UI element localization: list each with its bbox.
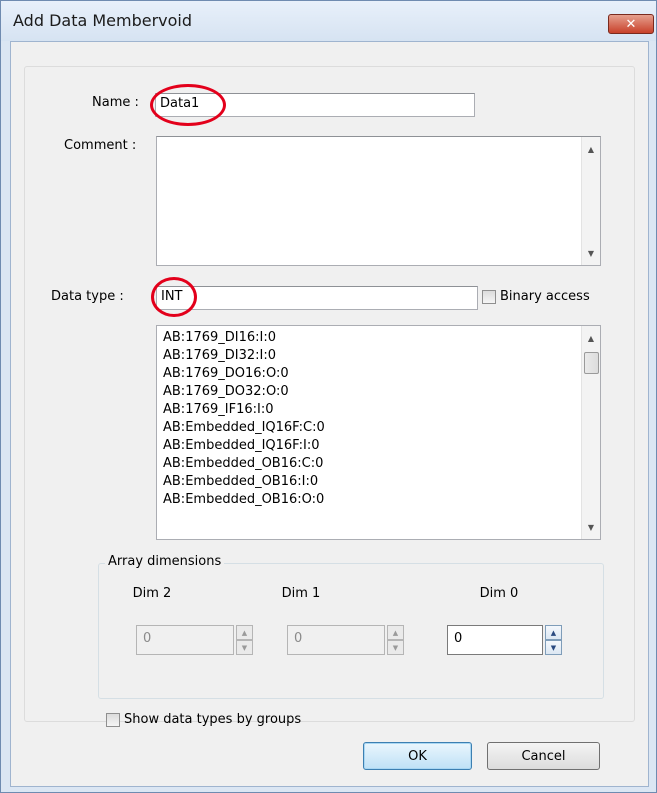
list-item[interactable]: AB:1769_DO32:O:0 [163, 383, 289, 401]
spin-up-icon: ▲ [387, 625, 404, 640]
array-dimensions-legend: Array dimensions [105, 554, 225, 569]
dialog-client-area: Name : Data1 Comment : ▲ ▼ Data type : I… [10, 41, 649, 787]
spin-down-icon: ▼ [236, 640, 253, 655]
comment-textarea[interactable] [156, 136, 601, 266]
title-bar[interactable]: Add Data Membervoid ✕ [1, 1, 656, 41]
form-panel: Name : Data1 Comment : ▲ ▼ Data type : I… [24, 66, 635, 727]
show-by-groups-label[interactable]: Show data types by groups [124, 712, 301, 727]
scroll-up-icon[interactable]: ▲ [582, 141, 600, 157]
dim-2-spinner: ▲ ▼ [236, 625, 253, 655]
comment-scrollbar[interactable]: ▲ ▼ [581, 137, 600, 265]
list-item[interactable]: AB:1769_DI32:I:0 [163, 347, 276, 365]
close-button[interactable]: ✕ [608, 14, 654, 34]
close-icon: ✕ [625, 16, 637, 32]
data-type-label: Data type : [51, 289, 124, 304]
dialog-title: Add Data Membervoid [13, 11, 193, 30]
dim-2-label: Dim 2 [132, 586, 172, 601]
spin-down-icon: ▼ [387, 640, 404, 655]
scroll-down-icon[interactable]: ▼ [582, 519, 600, 535]
comment-label: Comment : [64, 138, 137, 153]
list-item[interactable]: AB:Embedded_OB16:I:0 [163, 473, 318, 491]
dim-0-spinner[interactable]: ▲ ▼ [545, 625, 562, 655]
list-item[interactable]: AB:Embedded_IQ16F:I:0 [163, 437, 320, 455]
ok-button[interactable]: OK [363, 742, 472, 770]
add-data-member-dialog: Add Data Membervoid ✕ Name : Data1 Comme… [0, 0, 657, 793]
binary-access-label[interactable]: Binary access [500, 289, 590, 304]
scroll-down-icon[interactable]: ▼ [582, 245, 600, 261]
list-scrollbar[interactable]: ▲ ▼ [581, 326, 600, 539]
data-type-input[interactable]: INT [156, 286, 478, 310]
dim-1-input: 0 [287, 625, 385, 655]
list-item[interactable]: AB:1769_IF16:I:0 [163, 401, 274, 419]
scroll-up-icon[interactable]: ▲ [582, 330, 600, 346]
list-item[interactable]: AB:Embedded_OB16:O:0 [163, 491, 324, 509]
list-item[interactable]: AB:1769_DO16:O:0 [163, 365, 289, 383]
dim-2-input: 0 [136, 625, 234, 655]
dim-0-input[interactable]: 0 [447, 625, 543, 655]
spin-down-icon[interactable]: ▼ [545, 640, 562, 655]
show-by-groups-checkbox[interactable] [106, 713, 120, 727]
binary-access-checkbox[interactable] [482, 290, 496, 304]
data-type-list[interactable]: AB:1769_DI16:I:0 AB:1769_DI32:I:0 AB:176… [156, 325, 601, 540]
ok-button-label: OK [408, 748, 427, 764]
dim-0-label: Dim 0 [479, 586, 519, 601]
dim-1-label: Dim 1 [281, 586, 321, 601]
list-item[interactable]: AB:Embedded_IQ16F:C:0 [163, 419, 325, 437]
list-scroll-thumb[interactable] [584, 352, 599, 374]
cancel-button-label: Cancel [521, 748, 566, 764]
name-input[interactable]: Data1 [155, 93, 475, 117]
dim-1-spinner: ▲ ▼ [387, 625, 404, 655]
name-label: Name : [92, 95, 139, 110]
spin-up-icon: ▲ [236, 625, 253, 640]
cancel-button[interactable]: Cancel [487, 742, 600, 770]
list-item[interactable]: AB:1769_DI16:I:0 [163, 329, 276, 347]
spin-up-icon[interactable]: ▲ [545, 625, 562, 640]
list-item[interactable]: AB:Embedded_OB16:C:0 [163, 455, 323, 473]
